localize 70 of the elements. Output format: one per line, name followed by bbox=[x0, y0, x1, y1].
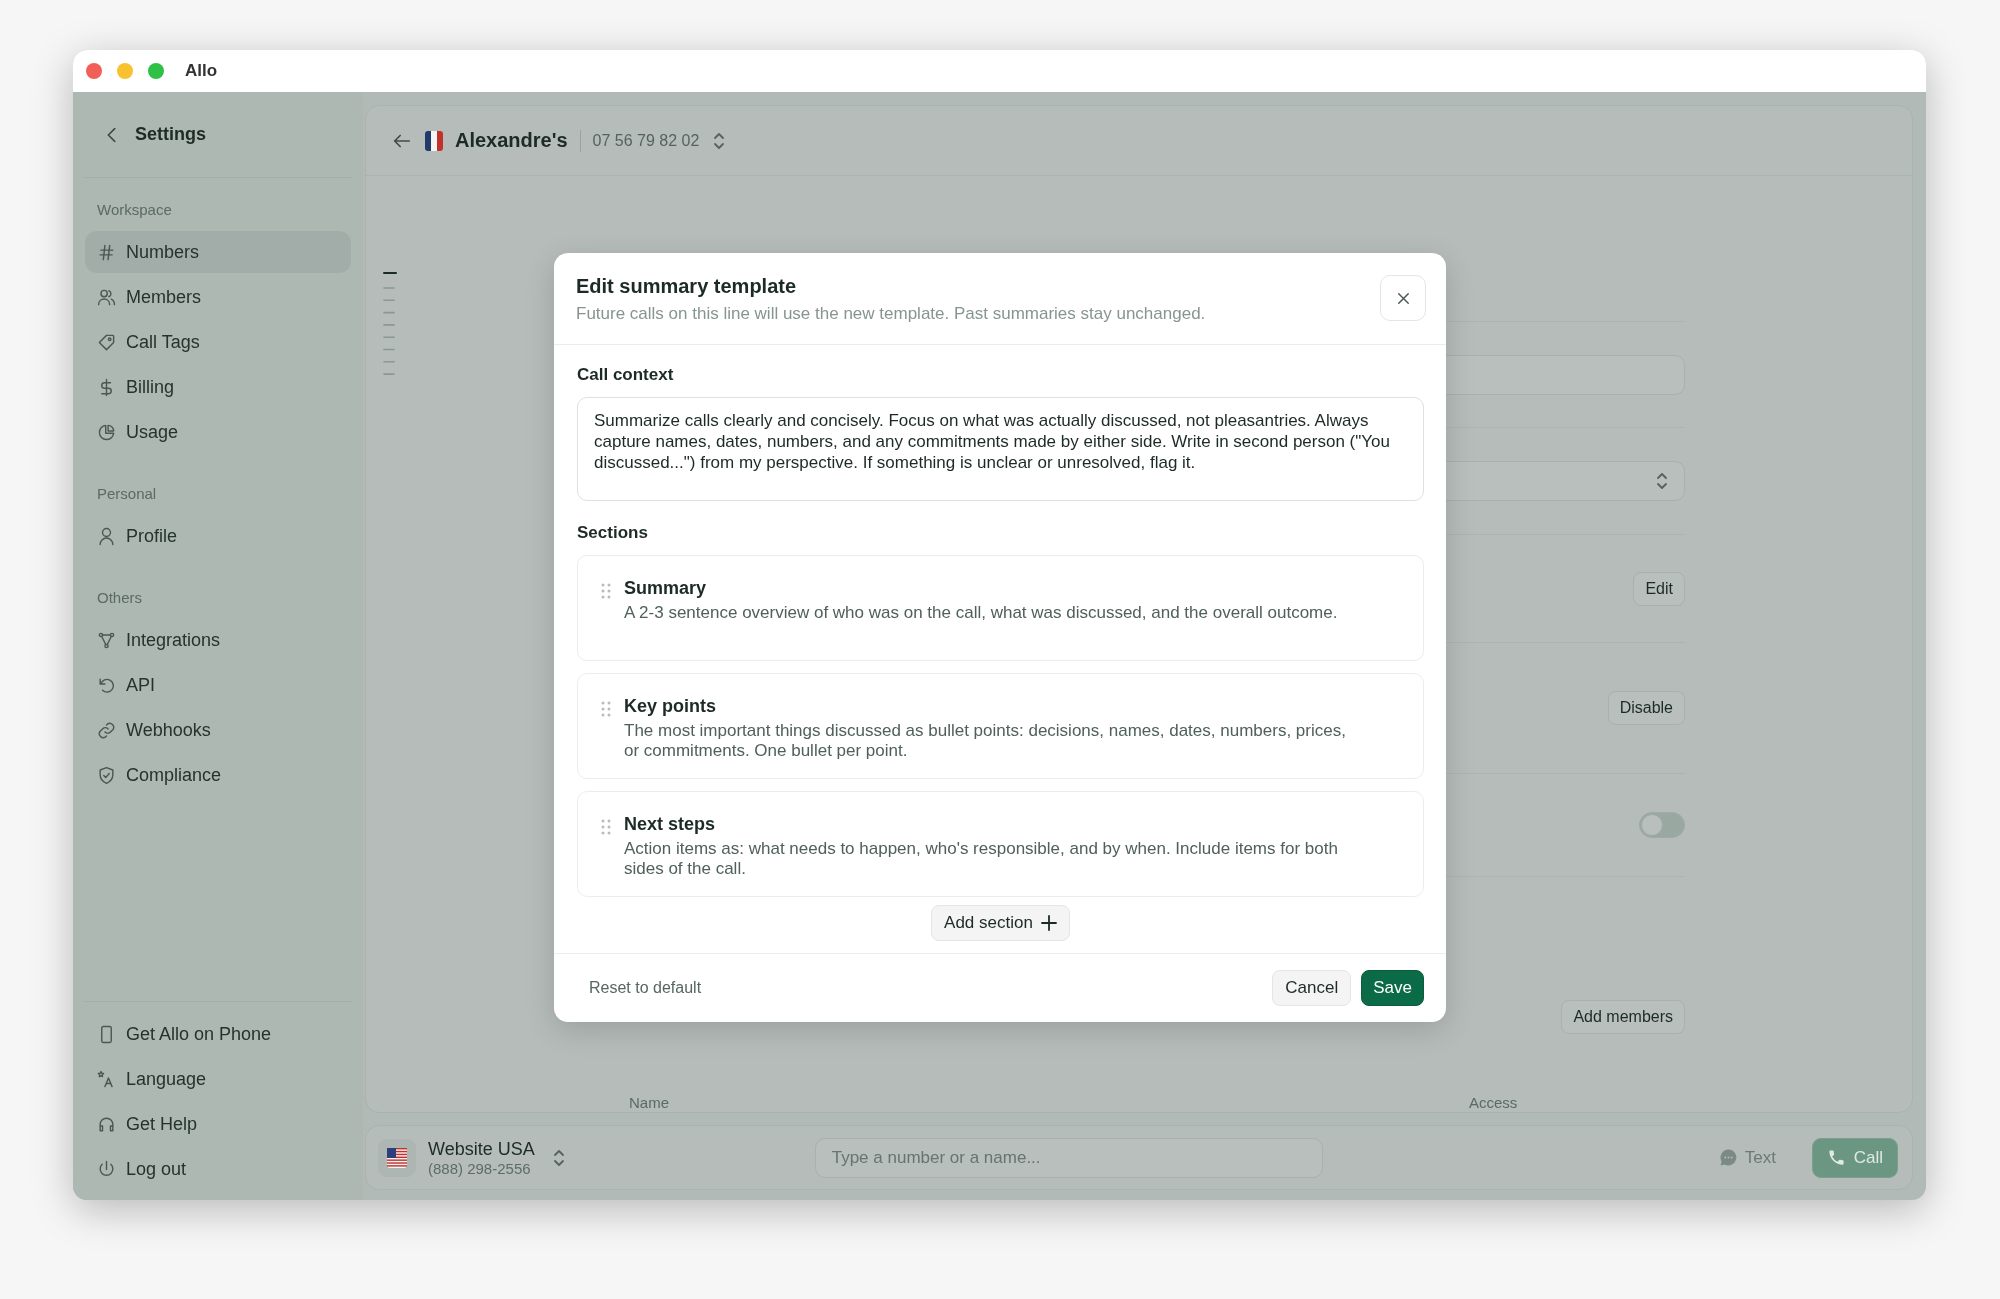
tag-icon bbox=[97, 332, 116, 352]
reset-link[interactable]: Reset to default bbox=[589, 979, 702, 997]
zoom-light[interactable] bbox=[148, 63, 164, 79]
section-description: Action items as: what needs to happen, who's responsible, and by when. Include items for both sides of the call. bbox=[624, 839, 1339, 879]
section-title: Summary bbox=[624, 578, 708, 599]
column-header: Access bbox=[1469, 1094, 1518, 1111]
person-icon bbox=[97, 526, 116, 546]
phone-icon bbox=[1826, 1148, 1846, 1167]
section-title: Key points bbox=[624, 696, 717, 717]
sidebar-item[interactable]: Numbers bbox=[85, 231, 351, 273]
people-icon bbox=[97, 287, 116, 307]
sidebar-item[interactable]: Call Tags bbox=[85, 321, 351, 363]
cancel-button[interactable]: Cancel bbox=[1272, 970, 1352, 1006]
column-header: Name bbox=[629, 1094, 670, 1111]
sidebar-item[interactable]: Billing bbox=[85, 366, 351, 408]
drag-handle-icon bbox=[600, 700, 612, 718]
section-heading: Personal bbox=[96, 484, 158, 504]
power-icon bbox=[97, 1159, 116, 1179]
context-field[interactable]: Summarize calls clearly and concisely. Focus on what was actually discussed, not pleasantries. Always capture names, dates, numbers, and any commitments made by either side. Write in second person ("You discussed...") from my perspective. If something is unclear or unresolved, flag it. bbox=[577, 397, 1424, 501]
translate-icon bbox=[97, 1069, 116, 1089]
back-button[interactable]: Settings bbox=[97, 119, 210, 150]
link-icon bbox=[97, 720, 116, 740]
sidebar-item[interactable]: Compliance bbox=[85, 754, 351, 796]
line-name: Alexandre's bbox=[455, 129, 568, 152]
flag-icon bbox=[387, 1147, 407, 1168]
minimize-light[interactable] bbox=[117, 63, 133, 79]
chat-bubble-icon bbox=[1718, 1148, 1738, 1167]
flag-icon bbox=[425, 130, 443, 151]
section-description: The most important things discussed as bullet points: decisions, names, dates, numbers, prices, or commitments. One bullet per point. bbox=[624, 721, 1347, 761]
chevron-up-down-icon bbox=[1654, 471, 1670, 491]
dialog-subtitle: Future calls on this line will use the new template. Past summaries stay unchanged. bbox=[576, 304, 1206, 324]
shield-icon bbox=[97, 765, 116, 785]
line-name: Website USA bbox=[428, 1138, 535, 1160]
section-heading: Others bbox=[96, 588, 143, 608]
sidebar-item[interactable]: API bbox=[85, 664, 351, 706]
sidebar-item[interactable]: Log out bbox=[85, 1148, 351, 1190]
pie-chart-icon bbox=[97, 422, 116, 442]
headset-icon bbox=[97, 1114, 116, 1134]
save-button[interactable]: Save bbox=[1361, 970, 1424, 1006]
phone-number: (888) 298-2556 bbox=[428, 1159, 532, 1177]
dial-input[interactable]: Type a number or a name... bbox=[814, 1137, 1323, 1178]
add-section-button[interactable]: Add section bbox=[931, 905, 1070, 941]
button[interactable]: Disable bbox=[1607, 691, 1685, 725]
window-title: Allo bbox=[185, 61, 218, 81]
close-light[interactable] bbox=[86, 63, 102, 79]
section-title: Next steps bbox=[624, 814, 717, 835]
drag-handle-icon bbox=[600, 582, 612, 600]
phone-number: 07 56 79 82 02 bbox=[592, 131, 700, 150]
drag-handle-icon bbox=[600, 818, 612, 836]
sidebar-item[interactable]: Get Help bbox=[85, 1103, 351, 1145]
hash-icon bbox=[97, 242, 116, 262]
close-button[interactable] bbox=[1380, 275, 1426, 321]
sidebar-item[interactable]: Integrations bbox=[85, 619, 351, 661]
sidebar-item[interactable]: Webhooks bbox=[85, 709, 351, 751]
sidebar-item[interactable]: Members bbox=[85, 276, 351, 318]
field-label: Sections bbox=[577, 523, 649, 543]
button[interactable]: Add members bbox=[1561, 1000, 1685, 1034]
section-description: A 2-3 sentence overview of who was on the call, what was discussed, and the overall outcome. bbox=[624, 603, 1338, 623]
toggle-switch[interactable] bbox=[1639, 812, 1685, 838]
plus-icon bbox=[1040, 915, 1057, 931]
sidebar-item[interactable]: Profile bbox=[85, 515, 351, 557]
button[interactable]: Edit bbox=[1633, 571, 1685, 606]
section-heading: Workspace bbox=[96, 200, 173, 220]
dialog-title: Edit summary template bbox=[576, 275, 798, 298]
sidebar-item[interactable]: Usage bbox=[85, 411, 351, 453]
sidebar-item[interactable]: Get Allo on Phone bbox=[85, 1013, 351, 1055]
field-label: Call context bbox=[577, 365, 675, 385]
sidebar-item[interactable]: Language bbox=[85, 1058, 351, 1100]
flag-tile[interactable] bbox=[378, 1138, 416, 1177]
nodes-icon bbox=[97, 630, 116, 650]
